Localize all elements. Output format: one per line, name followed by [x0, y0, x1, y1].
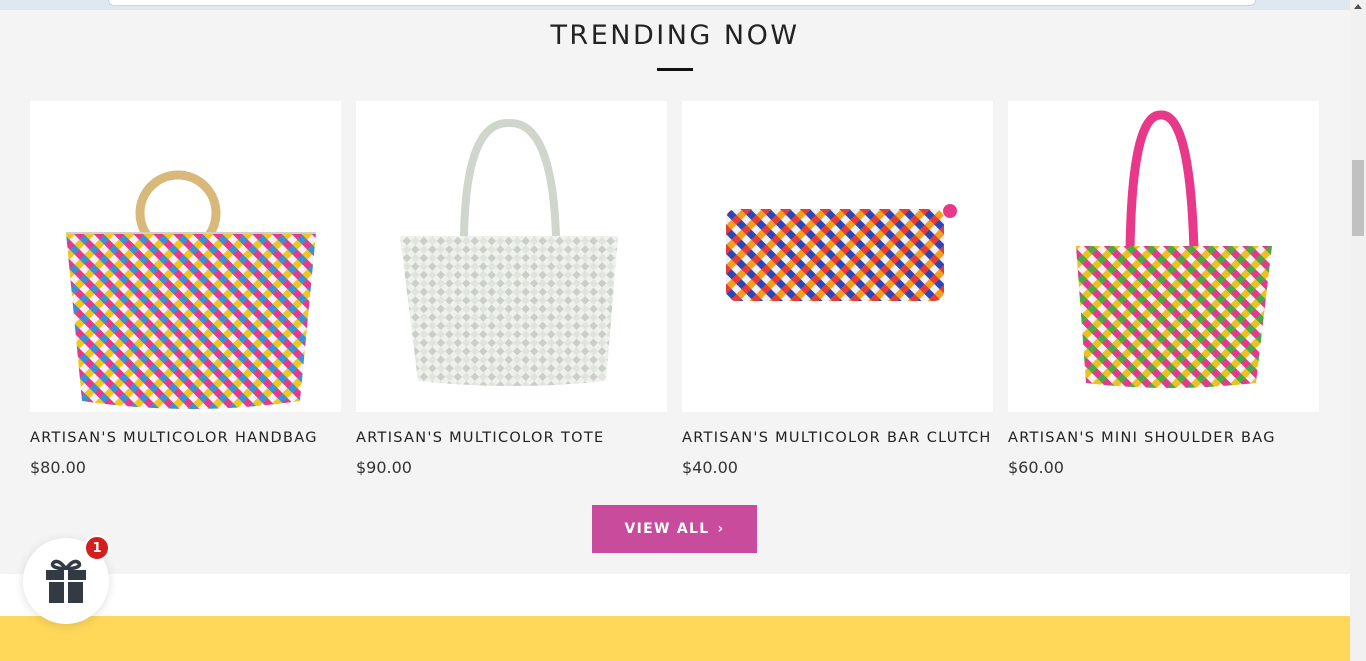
browser-top-strip [0, 0, 1350, 10]
scrollbar-thumb[interactable] [1352, 160, 1364, 236]
footer-band [0, 616, 1350, 661]
title-underline [657, 68, 693, 71]
product-name[interactable]: ARTISAN'S MINI SHOULDER BAG [1008, 430, 1319, 446]
product-image-shoulder-bag[interactable] [1008, 101, 1319, 412]
notification-badge: 1 [84, 535, 110, 561]
product-card[interactable]: ARTISAN'S MULTICOLOR HANDBAG $80.00 [30, 101, 341, 477]
page-scrollbar[interactable] [1350, 0, 1366, 661]
chevron-right-icon: › [717, 521, 725, 537]
view-all-label: VIEW ALL [624, 521, 710, 537]
product-price: $40.00 [682, 458, 738, 477]
product-price: $60.00 [1008, 458, 1064, 477]
trending-section: TRENDING NOW ARTISAN'S MULTICOLOR HANDBA… [0, 10, 1350, 574]
product-image-tote[interactable] [356, 101, 667, 412]
product-name[interactable]: ARTISAN'S MULTICOLOR HANDBAG [30, 430, 341, 446]
product-name[interactable]: ARTISAN'S MULTICOLOR BAR CLUTCH [682, 430, 993, 446]
product-card[interactable]: ARTISAN'S MINI SHOULDER BAG $60.00 [1008, 101, 1319, 477]
section-spacer [0, 574, 1350, 616]
product-image-clutch[interactable] [682, 101, 993, 412]
product-image-handbag[interactable] [30, 101, 341, 412]
gift-icon [46, 559, 86, 603]
product-price: $80.00 [30, 458, 86, 477]
product-price: $90.00 [356, 458, 412, 477]
scroll-up-arrow-icon[interactable] [1354, 4, 1362, 9]
product-card[interactable]: ARTISAN'S MULTICOLOR TOTE $90.00 [356, 101, 667, 477]
section-title: TRENDING NOW [550, 20, 800, 51]
product-name[interactable]: ARTISAN'S MULTICOLOR TOTE [356, 430, 667, 446]
view-all-button[interactable]: VIEW ALL › [592, 505, 757, 553]
product-card[interactable]: ARTISAN'S MULTICOLOR BAR CLUTCH $40.00 [682, 101, 993, 477]
